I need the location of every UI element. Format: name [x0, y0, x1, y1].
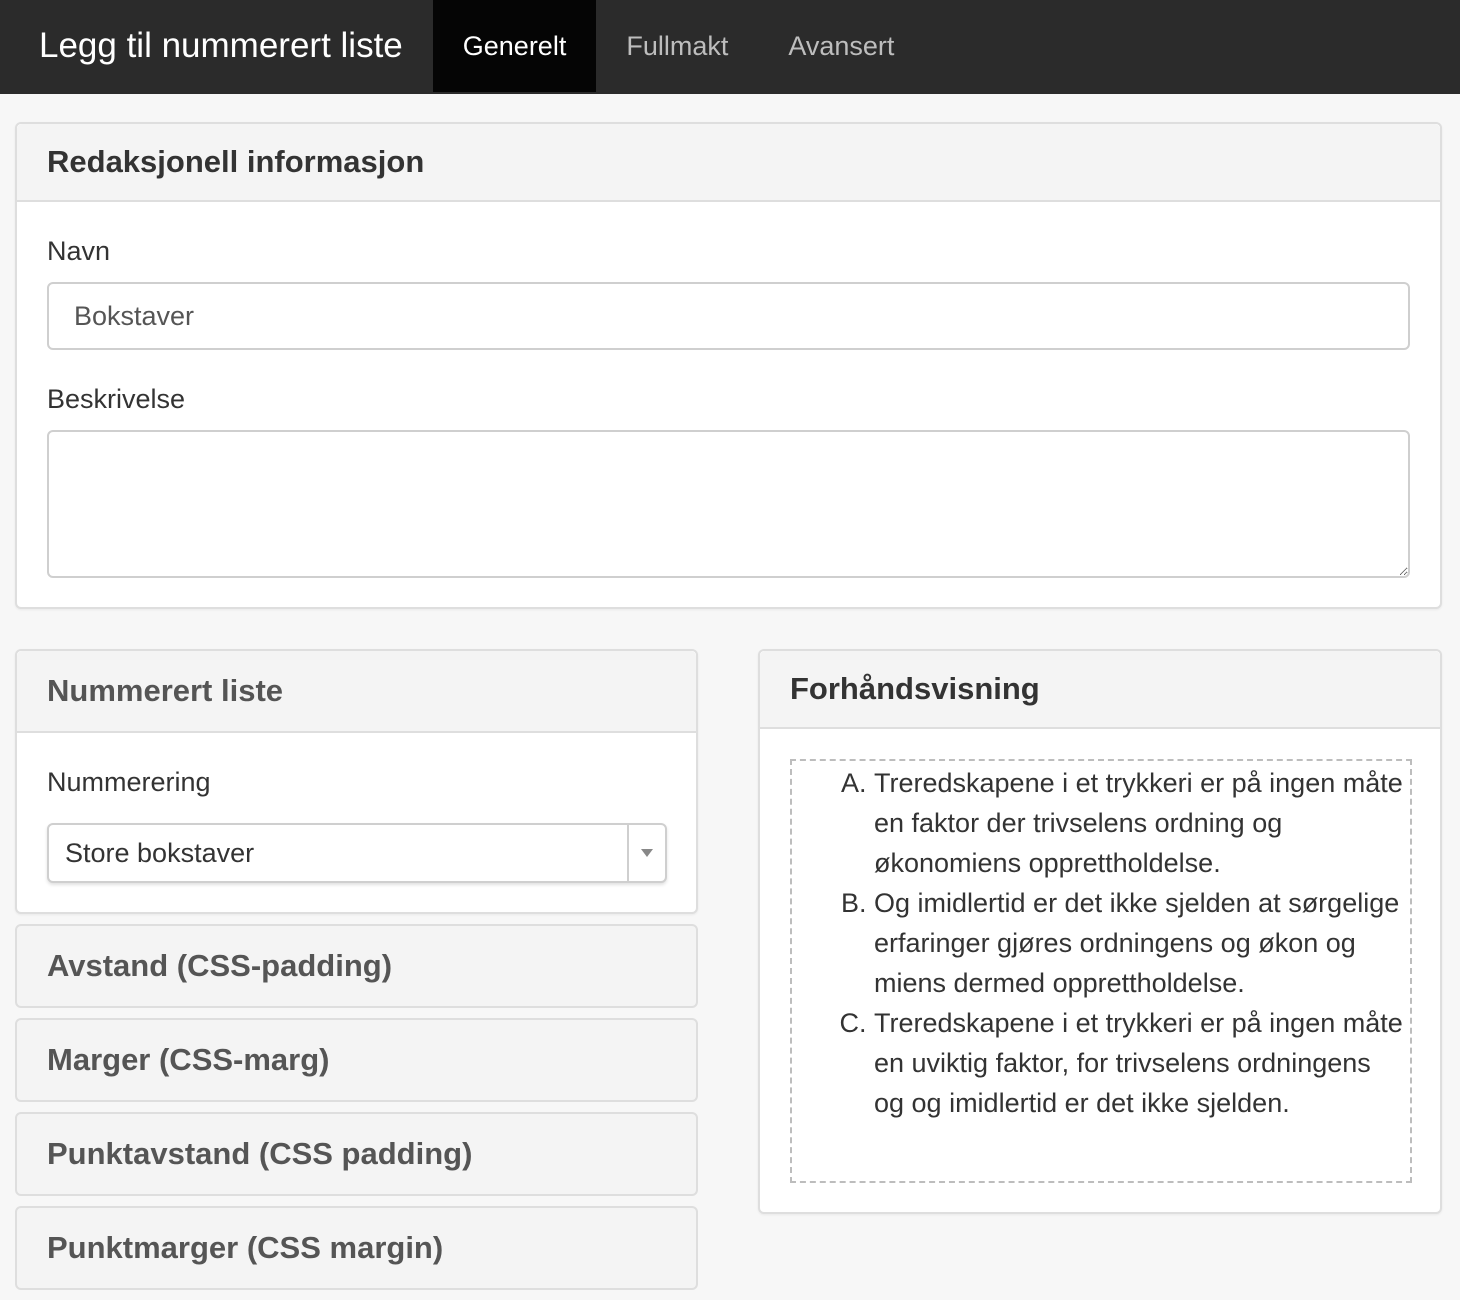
numbered-list-panel: Nummerert liste Nummerering Store boksta… [15, 649, 698, 914]
name-label: Navn [47, 236, 111, 266]
editorial-panel: Redaksjonell informasjon Navn Beskrivels… [15, 122, 1442, 609]
list-item: Og imidlertid er det ikke sjelden at sør… [874, 883, 1404, 1003]
preview-box: Treredskapene i et trykkeri er på ingen … [790, 759, 1412, 1183]
tab-avansert[interactable]: Avansert [758, 0, 924, 92]
list-item: Treredskapene i et trykkeri er på ingen … [874, 1003, 1404, 1123]
name-input[interactable] [47, 282, 1410, 350]
description-textarea[interactable] [47, 430, 1410, 578]
chevron-down-icon[interactable] [629, 848, 665, 858]
description-label: Beskrivelse [47, 384, 186, 414]
list-item: Treredskapene i et trykkeri er på ingen … [874, 763, 1404, 883]
preview-panel: Forhåndsvisning Treredskapene i et trykk… [758, 649, 1442, 1214]
numbering-label: Nummerering [47, 767, 211, 797]
preview-heading: Forhåndsvisning [760, 651, 1440, 729]
numbering-select-value: Store bokstaver [65, 837, 255, 868]
numbering-select[interactable]: Store bokstaver [47, 823, 667, 883]
section-item-padding[interactable]: Punktavstand (CSS padding) [15, 1112, 698, 1196]
numbered-list-heading[interactable]: Nummerert liste [17, 651, 696, 733]
section-item-margin[interactable]: Punktmarger (CSS margin) [15, 1206, 698, 1290]
top-bar: Legg til nummerert liste Generelt Fullma… [0, 0, 1460, 94]
section-padding[interactable]: Avstand (CSS-padding) [15, 924, 698, 1008]
tab-fullmakt[interactable]: Fullmakt [596, 0, 758, 92]
tab-generelt[interactable]: Generelt [432, 0, 597, 92]
preview-list: Treredskapene i et trykkeri er på ingen … [874, 763, 1404, 1123]
app-title: Legg til nummerert liste [39, 26, 403, 65]
section-margin[interactable]: Marger (CSS-marg) [15, 1018, 698, 1102]
editorial-heading: Redaksjonell informasjon [17, 124, 1440, 202]
